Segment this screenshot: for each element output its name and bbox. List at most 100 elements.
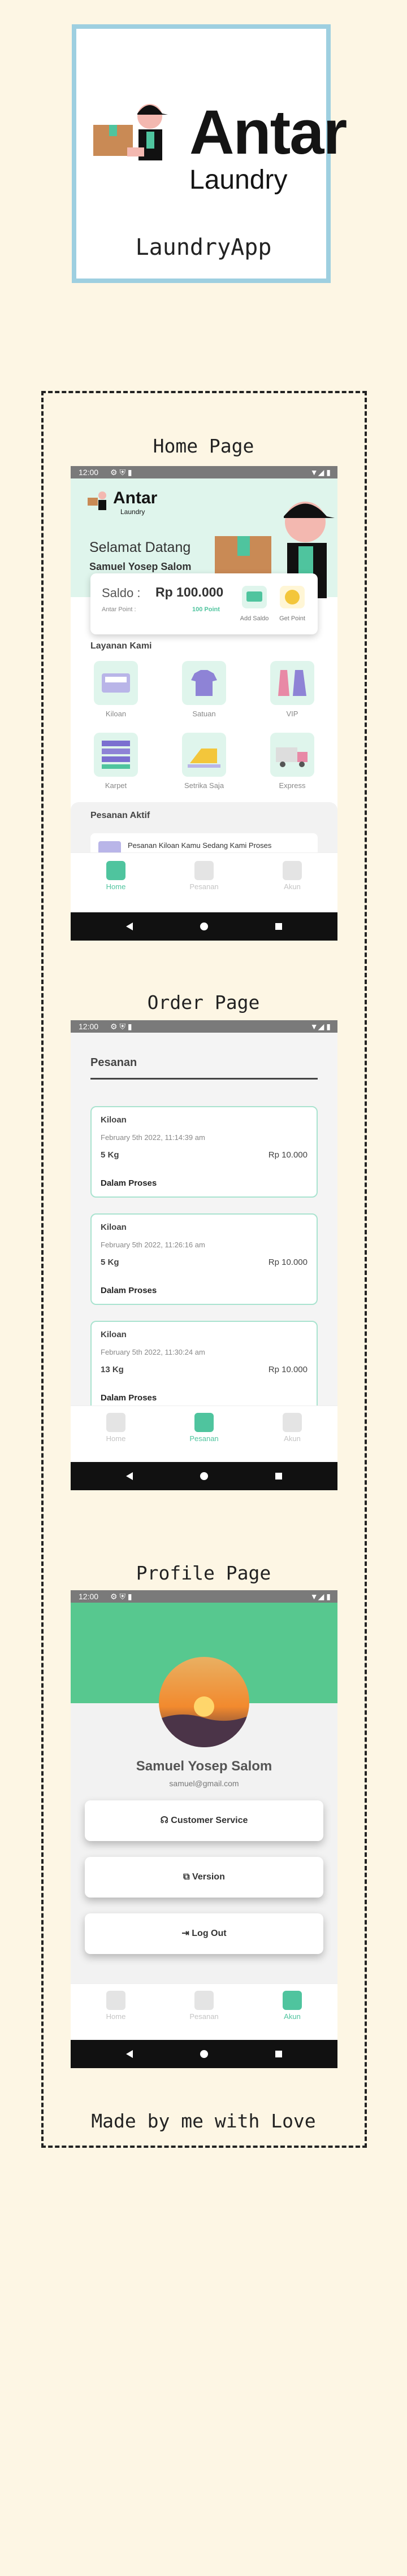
version-icon: ⧉ (183, 1872, 190, 1882)
status-time: 12:00 (79, 1022, 99, 1031)
user-name: Samuel Yosep Salom (89, 561, 192, 572)
get-point-button[interactable] (280, 586, 305, 608)
customer-service-button[interactable]: ☊ Customer Service (85, 1800, 323, 1841)
service-label: Satuan (192, 710, 216, 718)
point-value: 100 Point (192, 606, 220, 613)
shirt-icon (191, 670, 217, 696)
orders-title: Pesanan (90, 1056, 137, 1069)
service-setrika[interactable]: Setrika Saja (179, 733, 230, 790)
order-weight: 5 Kg (101, 1150, 119, 1160)
order-icon (194, 1413, 214, 1432)
back-icon[interactable] (125, 922, 134, 931)
tab-label: Pesanan (189, 2012, 219, 2021)
status-icons: ⚙ ⛨ ▮ (110, 1022, 132, 1031)
order-date: February 5th 2022, 11:30:24 am (101, 1348, 205, 1356)
order-card[interactable]: Kiloan February 5th 2022, 11:30:24 am 13… (90, 1321, 318, 1412)
profile-name: Samuel Yosep Salom (136, 1759, 272, 1774)
home-circle-icon[interactable] (200, 2050, 209, 2059)
footer-text: Made by me with Love (91, 2110, 316, 2132)
signal-battery-icon: ▼◢ ▮ (310, 1022, 331, 1031)
recents-icon[interactable] (274, 2050, 283, 2059)
bottom-tab-bar: Home Pesanan Akun (71, 1406, 337, 1463)
order-price: Rp 10.000 (268, 1150, 308, 1160)
wallet-icon (246, 591, 262, 602)
status-bar: 12:00 ⚙ ⛨ ▮ ▼◢ ▮ (71, 1590, 337, 1603)
active-orders-title: Pesanan Aktif (90, 811, 150, 820)
tab-pesanan[interactable]: Pesanan (181, 1413, 227, 1443)
home-circle-icon[interactable] (200, 922, 209, 931)
tab-label: Akun (284, 882, 301, 891)
status-time: 12:00 (79, 1592, 99, 1601)
service-kiloan[interactable]: Kiloan (90, 661, 141, 718)
order-weight: 5 Kg (101, 1257, 119, 1267)
app-logo-icon (88, 491, 106, 510)
home-icon (106, 861, 125, 880)
back-icon[interactable] (125, 2050, 134, 2059)
order-date: February 5th 2022, 11:26:16 am (101, 1241, 205, 1249)
avatar[interactable] (159, 1657, 249, 1747)
service-vip[interactable]: VIP (267, 661, 318, 718)
dress-icon (278, 670, 306, 696)
saldo-label: Saldo : (102, 586, 141, 600)
status-icons: ⚙ ⛨ ▮ (110, 468, 132, 477)
system-nav-bar (71, 1462, 337, 1490)
home-circle-icon[interactable] (200, 1472, 209, 1481)
carpet-icon (102, 741, 130, 769)
tab-home[interactable]: Home (93, 1413, 138, 1443)
tab-akun[interactable]: Akun (270, 1413, 315, 1443)
account-icon (283, 861, 302, 880)
home-phone: 12:00 ⚙ ⛨ ▮ ▼◢ ▮ Antar Laundry Selamat D… (71, 466, 337, 941)
tab-pesanan[interactable]: Pesanan (181, 861, 227, 891)
service-express[interactable]: Express (267, 733, 318, 790)
delivery-person-icon (93, 104, 168, 160)
profile-content: Samuel Yosep Salom samuel@gmail.com ☊ Cu… (71, 1603, 337, 1987)
home-icon (106, 1413, 125, 1432)
tab-label: Pesanan (189, 882, 219, 891)
home-icon (106, 1991, 125, 2010)
tab-label: Pesanan (189, 1434, 219, 1443)
back-icon[interactable] (125, 1472, 134, 1481)
logout-button[interactable]: ⇥ Log Out (85, 1913, 323, 1954)
add-saldo-label: Add Saldo (240, 615, 269, 622)
version-button[interactable]: ⧉ Version (85, 1857, 323, 1898)
tab-home[interactable]: Home (93, 861, 138, 891)
order-type: Kiloan (101, 1115, 127, 1125)
recents-icon[interactable] (274, 1472, 283, 1481)
order-status: Dalam Proses (101, 1178, 157, 1188)
system-nav-bar (71, 2040, 337, 2068)
service-satuan[interactable]: Satuan (179, 661, 230, 718)
orders-content: Pesanan Kiloan February 5th 2022, 11:14:… (71, 1033, 337, 1412)
order-type: Kiloan (101, 1222, 127, 1232)
tab-akun[interactable]: Akun (270, 861, 315, 891)
greeting: Selamat Datang (89, 539, 191, 555)
tab-akun[interactable]: Akun (270, 1991, 315, 2021)
signal-battery-icon: ▼◢ ▮ (310, 468, 331, 477)
order-card[interactable]: Kiloan February 5th 2022, 11:26:16 am 5 … (90, 1213, 318, 1305)
order-status: Dalam Proses (101, 1393, 157, 1403)
system-nav-bar (71, 912, 337, 941)
recents-icon[interactable] (274, 922, 283, 931)
status-bar: 12:00 ⚙ ⛨ ▮ ▼◢ ▮ (71, 466, 337, 478)
button-label: Version (192, 1872, 225, 1882)
order-price: Rp 10.000 (268, 1257, 308, 1267)
service-label: Express (279, 781, 306, 790)
get-point-label: Get Point (279, 615, 305, 622)
order-card[interactable]: Kiloan February 5th 2022, 11:14:39 am 5 … (90, 1106, 318, 1198)
tab-home[interactable]: Home (93, 1991, 138, 2021)
service-label: Karpet (105, 781, 127, 790)
order-weight: 13 Kg (101, 1365, 124, 1374)
service-karpet[interactable]: Karpet (90, 733, 141, 790)
title-underline (90, 1078, 318, 1080)
iron-icon (188, 749, 220, 768)
add-saldo-button[interactable] (242, 586, 267, 608)
balance-card: Saldo : Rp 100.000 Antar Point : 100 Poi… (90, 573, 318, 634)
logo-subtitle: Laundry (189, 165, 288, 195)
status-time: 12:00 (79, 468, 99, 477)
services-title: Layanan Kami (90, 641, 152, 651)
tab-pesanan[interactable]: Pesanan (181, 1991, 227, 2021)
truck-icon (276, 747, 308, 767)
bottom-tab-bar: Home Pesanan Akun (71, 1983, 337, 2040)
order-price: Rp 10.000 (268, 1365, 308, 1374)
saldo-value: Rp 100.000 (155, 585, 224, 599)
order-section-title: Order Page (147, 991, 260, 1013)
